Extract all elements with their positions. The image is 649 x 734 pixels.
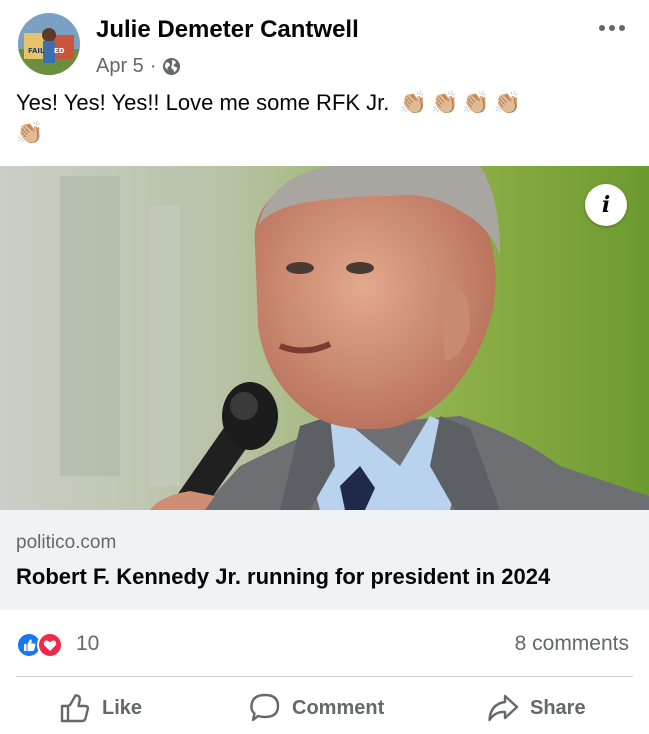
comments-count[interactable]: 8 comments bbox=[515, 632, 629, 656]
action-bar: Like Comment Share bbox=[0, 680, 649, 734]
globe-icon bbox=[162, 57, 181, 76]
info-button[interactable]: i bbox=[585, 184, 627, 226]
avatar[interactable]: FAIL ED bbox=[18, 13, 80, 75]
reaction-icons[interactable] bbox=[16, 632, 72, 658]
speaker-photo bbox=[0, 166, 649, 510]
post-date[interactable]: Apr 5 bbox=[96, 55, 144, 78]
clap-emoji: 👏🏼 bbox=[493, 90, 522, 115]
post-header: FAIL ED Julie Demeter Cantwell Apr 5 · bbox=[0, 0, 649, 86]
like-label: Like bbox=[102, 696, 143, 719]
link-domain: politico.com bbox=[16, 532, 117, 553]
more-dot-icon bbox=[619, 25, 625, 31]
comment-bubble-icon bbox=[248, 691, 282, 725]
svg-text:FAIL: FAIL bbox=[28, 47, 45, 55]
post-text: Yes! Yes! Yes!! Love me some RFK Jr. bbox=[16, 90, 390, 115]
meta-separator: · bbox=[149, 55, 157, 77]
share-button[interactable]: Share bbox=[486, 686, 586, 730]
clap-emoji: 👏🏼 bbox=[16, 120, 44, 145]
comment-label: Comment bbox=[292, 696, 385, 719]
clap-emoji: 👏🏼 bbox=[399, 90, 427, 115]
clap-emoji: 👏🏼 bbox=[430, 90, 459, 115]
link-preview-image[interactable]: i bbox=[0, 166, 649, 510]
more-dot-icon bbox=[609, 25, 615, 31]
clap-emoji: 👏🏼 bbox=[462, 90, 490, 115]
svg-text:ED: ED bbox=[54, 47, 65, 55]
post-body: Yes! Yes! Yes!! Love me some RFK Jr. 👏🏼 👏… bbox=[16, 88, 626, 148]
info-icon: i bbox=[601, 192, 611, 218]
link-card[interactable]: politico.com Robert F. Kennedy Jr. runni… bbox=[0, 510, 649, 610]
comment-button[interactable]: Comment bbox=[248, 686, 384, 730]
author-name[interactable]: Julie Demeter Cantwell bbox=[96, 16, 359, 44]
facebook-post: FAIL ED Julie Demeter Cantwell Apr 5 · Y… bbox=[0, 0, 649, 734]
post-meta: Apr 5 · bbox=[96, 55, 181, 78]
share-label: Share bbox=[530, 696, 586, 719]
divider bbox=[16, 676, 633, 677]
link-title[interactable]: Robert F. Kennedy Jr. running for presid… bbox=[16, 564, 550, 590]
reactions-bar: 10 8 comments bbox=[0, 610, 649, 674]
like-button[interactable]: Like bbox=[58, 686, 142, 730]
more-options-button[interactable] bbox=[595, 16, 629, 40]
reaction-count[interactable]: 10 bbox=[76, 632, 99, 656]
more-dot-icon bbox=[599, 25, 605, 31]
thumbs-up-icon bbox=[58, 691, 92, 725]
share-arrow-icon bbox=[486, 691, 520, 725]
love-reaction-icon bbox=[37, 632, 63, 658]
